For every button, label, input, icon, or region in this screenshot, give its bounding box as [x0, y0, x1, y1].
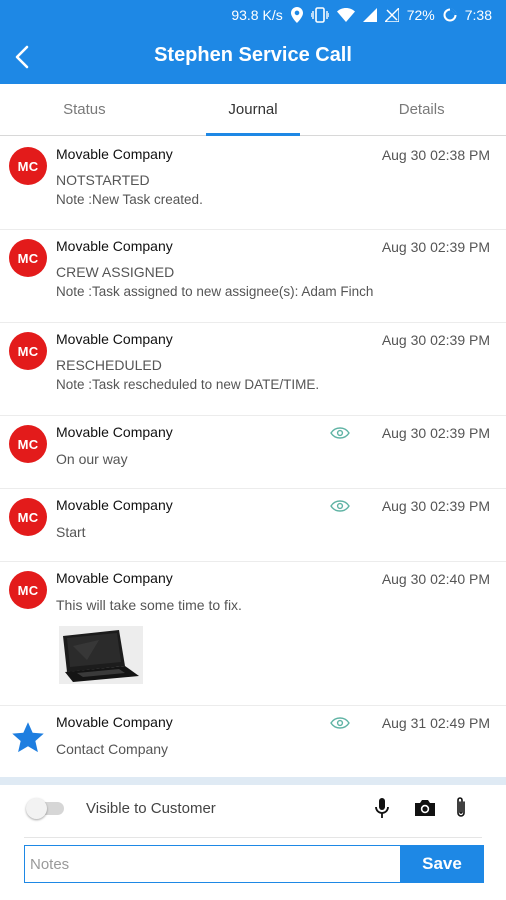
tab-label: Details	[398, 101, 445, 118]
avatar: MC	[9, 239, 47, 277]
visible-to-customer-icon	[330, 500, 350, 512]
entry-note: Note :New Task created.	[56, 192, 203, 207]
journal-entry[interactable]: MC Movable Company Aug 30 02:39 PM RESCH…	[0, 323, 506, 416]
app-bar: Stephen Service Call	[0, 30, 506, 84]
microphone-button[interactable]	[369, 795, 395, 821]
star-icon	[12, 722, 44, 753]
compose-bar: Visible to Customer Save	[0, 785, 506, 900]
signal-off-icon	[384, 7, 399, 23]
battery-level: 72%	[406, 7, 435, 23]
tab-journal[interactable]: Journal	[169, 84, 338, 136]
avatar: MC	[9, 332, 47, 370]
tab-details[interactable]: Details	[337, 84, 506, 135]
entry-company: Movable Company	[56, 238, 173, 254]
photo-thumbnail[interactable]	[59, 626, 143, 684]
paperclip-icon	[457, 797, 465, 817]
journal-entry[interactable]: Movable Company Aug 31 02:49 PM Contact …	[0, 706, 506, 777]
journal-entry[interactable]: MC Movable Company Aug 30 02:40 PM This …	[0, 562, 506, 706]
journal-entry[interactable]: MC Movable Company Aug 30 02:39 PM CREW …	[0, 230, 506, 323]
entry-message: On our way	[56, 451, 128, 467]
location-icon	[290, 7, 303, 23]
active-tab-indicator	[205, 133, 301, 136]
visible-to-customer-label: Visible to Customer	[86, 800, 216, 817]
wifi-icon	[336, 7, 355, 23]
laptop-photo	[59, 626, 143, 684]
entry-note: Note :Task rescheduled to new DATE/TIME.	[56, 377, 320, 392]
save-button[interactable]: Save	[400, 845, 484, 883]
tab-label: Journal	[228, 101, 278, 118]
visible-to-customer-icon	[330, 717, 350, 729]
entry-time: Aug 30 02:39 PM	[381, 498, 490, 514]
network-speed: 93.8 K/s	[231, 7, 283, 23]
entry-status: CREW ASSIGNED	[56, 264, 175, 280]
vibrate-icon	[310, 7, 329, 23]
visible-to-customer-icon	[330, 427, 350, 439]
signal-icon	[362, 7, 377, 23]
notes-input[interactable]	[24, 845, 400, 883]
entry-note: Note :Task assigned to new assignee(s): …	[56, 284, 374, 299]
entry-company: Movable Company	[56, 424, 173, 440]
tab-bar: Status Journal Details	[0, 84, 506, 136]
journal-entry[interactable]: MC Movable Company Aug 30 02:38 PM NOTST…	[0, 137, 506, 230]
entry-time: Aug 30 02:39 PM	[381, 239, 490, 255]
page-title: Stephen Service Call	[154, 44, 352, 66]
entry-company: Movable Company	[56, 570, 173, 586]
tab-label: Status	[63, 101, 106, 118]
entry-company: Movable Company	[56, 331, 173, 347]
entry-time: Aug 31 02:49 PM	[381, 715, 490, 731]
entry-time: Aug 30 02:40 PM	[381, 571, 490, 587]
tab-status[interactable]: Status	[0, 84, 169, 135]
clock: 7:38	[464, 7, 492, 23]
journal-entry[interactable]: MC Movable Company Aug 30 02:39 PM On ou…	[0, 416, 506, 489]
battery-icon	[443, 7, 457, 23]
entry-message: Start	[56, 524, 86, 540]
status-bar: 93.8 K/s 72% 7:38	[0, 0, 506, 30]
entry-company: Movable Company	[56, 497, 173, 513]
camera-icon	[415, 800, 435, 816]
entry-time: Aug 30 02:39 PM	[381, 332, 490, 348]
entry-message: This will take some time to fix.	[56, 597, 242, 613]
list-end-divider	[0, 777, 506, 785]
toggle-knob	[26, 798, 47, 819]
compose-divider	[24, 837, 482, 838]
avatar: MC	[9, 571, 47, 609]
attach-button[interactable]	[448, 795, 474, 821]
journal-entry[interactable]: MC Movable Company Aug 30 02:39 PM Start	[0, 489, 506, 562]
entry-time: Aug 30 02:38 PM	[381, 147, 490, 163]
entry-company: Movable Company	[56, 146, 173, 162]
entry-company: Movable Company	[56, 714, 173, 730]
entry-status: RESCHEDULED	[56, 357, 162, 373]
avatar: MC	[9, 147, 47, 185]
avatar: MC	[9, 498, 47, 536]
camera-button[interactable]	[412, 795, 438, 821]
entry-status: NOTSTARTED	[56, 172, 150, 188]
microphone-icon	[375, 798, 389, 818]
entry-message: Contact Company	[56, 741, 169, 757]
entry-time: Aug 30 02:39 PM	[381, 425, 490, 441]
avatar: MC	[9, 425, 47, 463]
visible-to-customer-toggle[interactable]	[26, 798, 64, 819]
